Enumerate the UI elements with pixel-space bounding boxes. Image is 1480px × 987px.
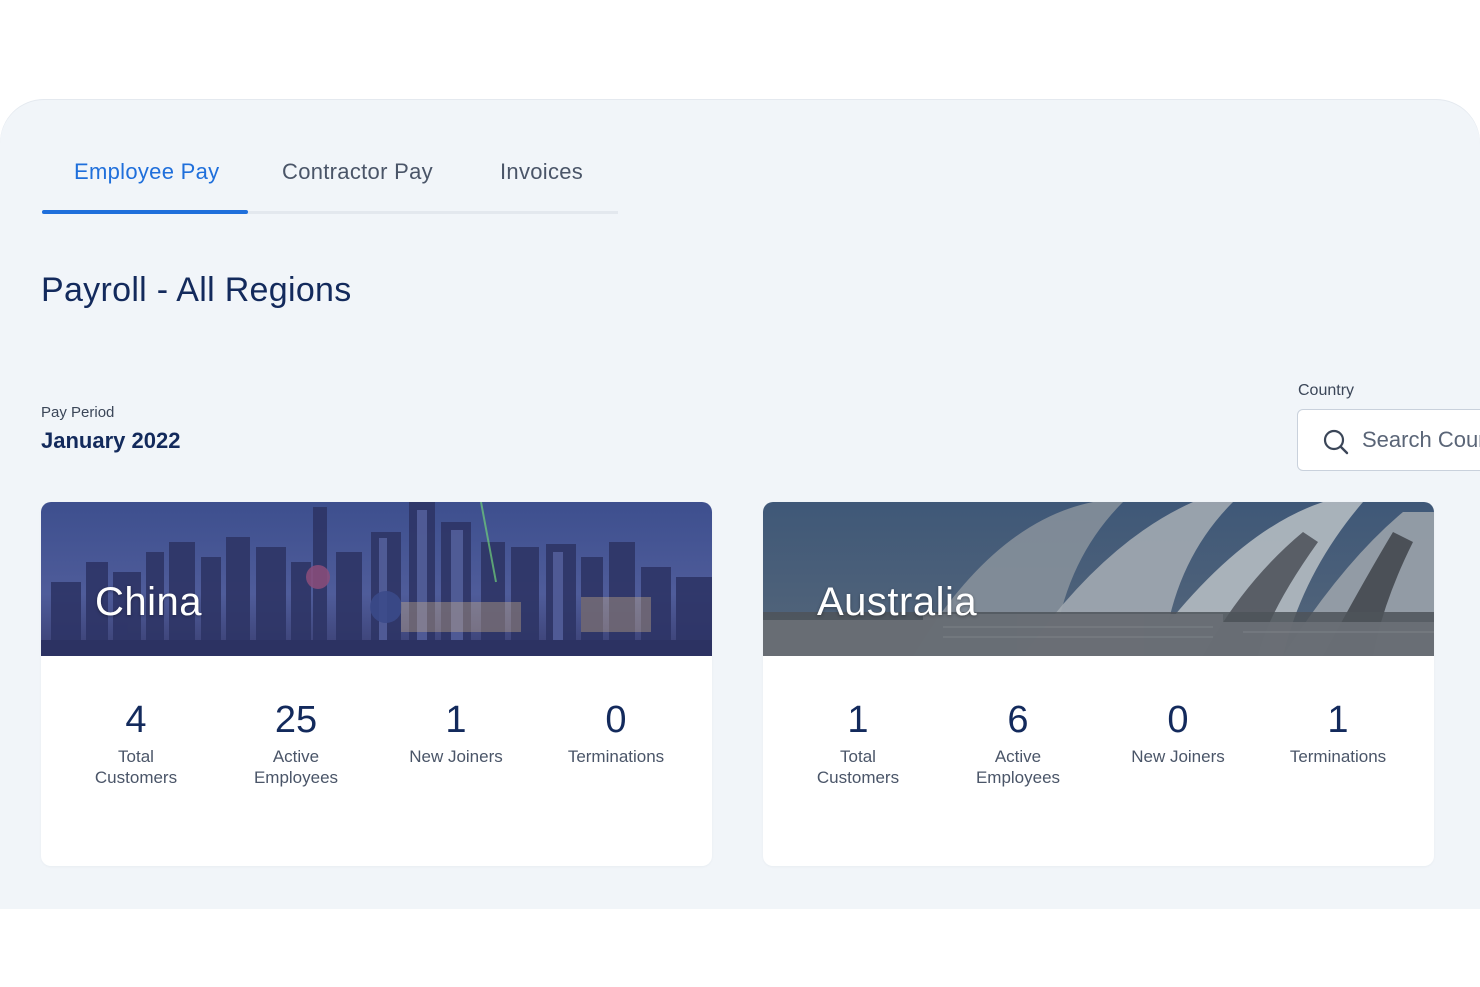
pay-period-value: January 2022 [41,428,181,453]
stat-value: 0 [1167,699,1189,741]
stat-label-line1: Total [840,747,876,766]
stat-total-customers: 4 Total Customers [61,698,211,788]
tab-bar: Employee Pay Contractor Pay Invoices [42,149,618,214]
stat-label-line1: Active [272,747,320,766]
stat-value: 4 [125,699,147,741]
stat-label: Total Customers [783,746,933,788]
stat-label: Terminations [541,746,691,767]
tab-contractor-pay[interactable]: Contractor Pay [282,159,433,185]
tab-invoices[interactable]: Invoices [500,159,583,185]
stat-label-line1: Terminations [567,747,665,766]
stat-new-joiners: 1 New Joiners [381,698,531,767]
stat-label-line1: Total [118,747,154,766]
stat-label-line2: Customers [816,768,900,787]
stat-terminations: 0 Terminations [541,698,691,767]
country-search-box[interactable] [1297,409,1480,471]
stat-label-line2: Employees [975,768,1061,787]
active-tab-indicator [42,210,248,214]
stat-total-customers: 1 Total Customers [783,698,933,788]
china-skyline-image [41,502,712,656]
australia-opera-house-image [763,502,1434,656]
stat-active-employees: 6 Active Employees [943,698,1093,788]
region-card-china[interactable]: China 4 Total Customers 25 Active Employ… [41,502,712,866]
stat-label: New Joiners [1103,746,1253,767]
stat-value: 1 [445,699,467,741]
region-name-australia: Australia [817,580,978,624]
stat-label-line2: Customers [94,768,178,787]
region-banner-australia: Australia [763,502,1434,656]
search-icon [1323,429,1349,455]
stat-label-line1: Active [994,747,1042,766]
pay-period-label: Pay Period [41,404,115,421]
country-search-input[interactable] [1362,424,1480,456]
stat-label: New Joiners [381,746,531,767]
region-name-china: China [95,580,203,624]
stat-value: 25 [274,699,318,741]
stat-label-line1: New Joiners [1131,747,1225,766]
stat-value: 1 [847,699,869,741]
stat-active-employees: 25 Active Employees [221,698,371,788]
stat-label-line1: Terminations [1289,747,1387,766]
main-panel: Employee Pay Contractor Pay Invoices Pay… [0,99,1480,909]
stat-label-line1: New Joiners [409,747,503,766]
region-banner-china: China [41,502,712,656]
stat-label: Total Customers [61,746,211,788]
stat-terminations: 1 Terminations [1263,698,1413,767]
region-card-australia[interactable]: Australia 1 Total Customers 6 Active Emp… [763,502,1434,866]
stat-value: 0 [605,699,627,741]
stat-label: Active Employees [221,746,371,788]
page-title: Payroll - All Regions [41,271,352,309]
stat-value: 1 [1327,699,1349,741]
stat-label: Active Employees [943,746,1093,788]
country-filter-label: Country [1298,382,1355,399]
stat-value: 6 [1007,699,1029,741]
stat-new-joiners: 0 New Joiners [1103,698,1253,767]
stat-label-line2: Employees [253,768,339,787]
tab-employee-pay[interactable]: Employee Pay [74,159,219,185]
stat-label: Terminations [1263,746,1413,767]
